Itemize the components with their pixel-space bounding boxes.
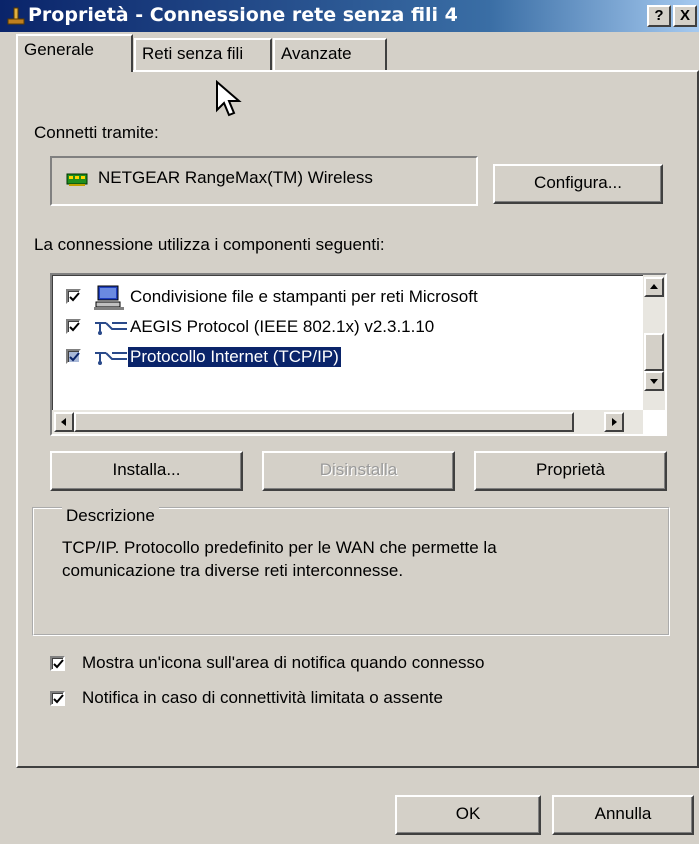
arrow-down-icon bbox=[650, 379, 658, 384]
adapter-field: NETGEAR RangeMax(TM) Wireless bbox=[50, 156, 478, 206]
network-connection-icon bbox=[6, 7, 26, 27]
install-button[interactable]: Installa... bbox=[50, 451, 243, 491]
tab-generale[interactable]: Generale bbox=[16, 34, 133, 72]
scroll-up-button[interactable] bbox=[644, 277, 664, 297]
arrow-left-icon bbox=[61, 418, 66, 426]
checkmark-icon bbox=[53, 694, 64, 704]
connect-using-label: Connetti tramite: bbox=[34, 123, 159, 142]
description-legend: Descrizione bbox=[62, 507, 159, 525]
close-button[interactable]: X bbox=[673, 5, 697, 27]
network-adapter-icon bbox=[66, 170, 88, 188]
cancel-button[interactable]: Annulla bbox=[552, 795, 694, 835]
checkmark-icon bbox=[69, 322, 80, 332]
tab-label: Generale bbox=[24, 40, 94, 59]
window-title: Proprietà - Connessione rete senza fili … bbox=[28, 4, 458, 26]
components-list[interactable]: Condivisione file e stampanti per reti M… bbox=[50, 273, 667, 436]
description-line-1: TCP/IP. Protocollo predefinito per le WA… bbox=[62, 538, 497, 557]
checkmark-icon bbox=[69, 292, 80, 302]
component-label: Condivisione file e stampanti per reti M… bbox=[130, 287, 478, 306]
ok-button[interactable]: OK bbox=[395, 795, 541, 835]
scroll-thumb[interactable] bbox=[644, 333, 664, 371]
scroll-down-button[interactable] bbox=[644, 371, 664, 391]
checkmark-icon bbox=[69, 352, 80, 362]
show-icon-label[interactable]: Mostra un'icona sull'area di notifica qu… bbox=[82, 653, 484, 673]
notify-limited-label[interactable]: Notifica in caso di connettività limitat… bbox=[82, 688, 443, 708]
protocol-icon bbox=[94, 349, 128, 372]
show-icon-checkbox[interactable] bbox=[50, 656, 65, 671]
scroll-thumb-horizontal[interactable] bbox=[74, 412, 574, 432]
configure-button[interactable]: Configura... bbox=[493, 164, 663, 204]
component-checkbox[interactable] bbox=[66, 289, 81, 304]
arrow-up-icon bbox=[650, 284, 658, 289]
vertical-scrollbar[interactable] bbox=[643, 275, 665, 410]
properties-button[interactable]: Proprietà bbox=[474, 451, 667, 491]
list-item[interactable]: AEGIS Protocol (IEEE 802.1x) v2.3.1.10 bbox=[66, 315, 626, 343]
tab-label: Reti senza fili bbox=[142, 44, 244, 63]
scroll-left-button[interactable] bbox=[54, 412, 74, 432]
component-label: AEGIS Protocol (IEEE 802.1x) v2.3.1.10 bbox=[130, 317, 435, 336]
adapter-name: NETGEAR RangeMax(TM) Wireless bbox=[98, 168, 373, 187]
uninstall-button[interactable]: Disinstalla bbox=[262, 451, 455, 491]
arrow-right-icon bbox=[612, 418, 617, 426]
checkmark-icon bbox=[53, 659, 64, 669]
title-bar[interactable]: Proprietà - Connessione rete senza fili … bbox=[0, 0, 699, 32]
computer-network-icon bbox=[94, 285, 124, 316]
list-item[interactable]: Condivisione file e stampanti per reti M… bbox=[66, 285, 626, 313]
horizontal-scrollbar[interactable] bbox=[52, 410, 643, 434]
components-label: La connessione utilizza i componenti seg… bbox=[34, 235, 385, 254]
list-item[interactable]: Protocollo Internet (TCP/IP) bbox=[66, 345, 626, 373]
description-line-2: comunicazione tra diverse reti interconn… bbox=[62, 561, 404, 580]
mouse-cursor-icon bbox=[215, 79, 243, 125]
tab-reti-senza-fili[interactable]: Reti senza fili bbox=[134, 38, 272, 71]
component-checkbox[interactable] bbox=[66, 349, 81, 364]
protocol-icon bbox=[94, 319, 128, 342]
tab-label: Avanzate bbox=[281, 44, 352, 63]
component-label: Protocollo Internet (TCP/IP) bbox=[127, 346, 342, 368]
component-checkbox[interactable] bbox=[66, 319, 81, 334]
scroll-right-button[interactable] bbox=[604, 412, 624, 432]
tab-avanzate[interactable]: Avanzate bbox=[273, 38, 387, 71]
help-button[interactable]: ? bbox=[647, 5, 671, 27]
notify-limited-checkbox[interactable] bbox=[50, 691, 65, 706]
